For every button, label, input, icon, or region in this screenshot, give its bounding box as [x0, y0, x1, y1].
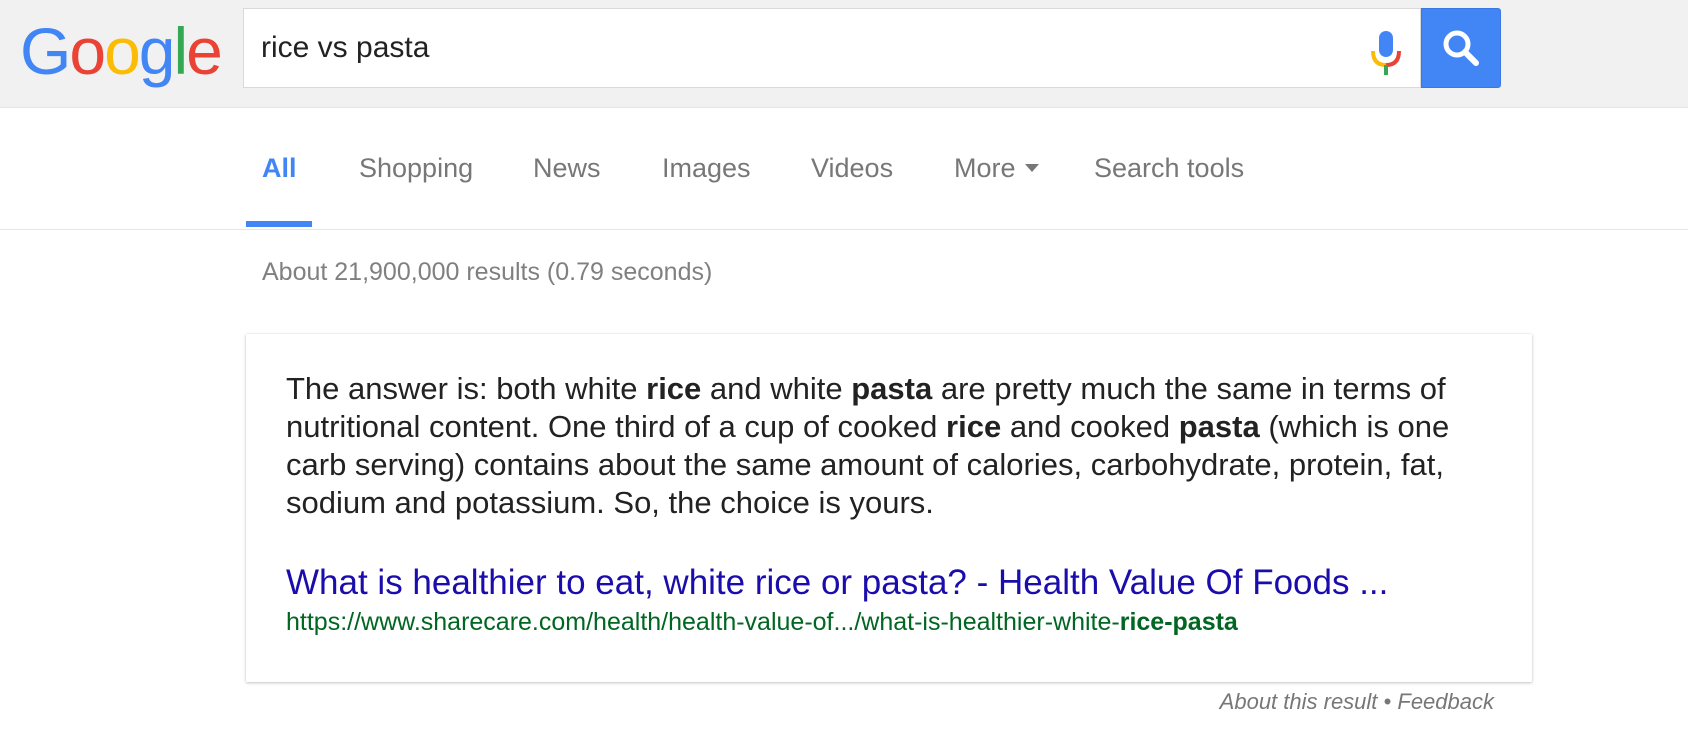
answer-bold-term: pasta [1178, 409, 1260, 444]
answer-bold-term: rice [946, 409, 1002, 444]
result-title-link[interactable]: What is healthier to eat, white rice or … [286, 563, 1388, 603]
search-input[interactable] [261, 23, 1261, 73]
answer-text: The answer is: both white [286, 371, 647, 406]
answer-bold-term: rice [646, 371, 702, 406]
logo-letter: l [173, 14, 189, 88]
tab-videos[interactable]: Videos [811, 152, 893, 184]
tab-all[interactable]: All [262, 152, 297, 184]
search-button[interactable] [1421, 8, 1501, 88]
logo-letter: G [20, 14, 71, 88]
tab-search-tools[interactable]: Search tools [1094, 152, 1244, 184]
active-tab-indicator [246, 221, 312, 227]
answer-text: and cooked [1001, 409, 1179, 444]
logo-letter: o [69, 14, 106, 88]
featured-snippet-card: The answer is: both white rice and white… [246, 334, 1532, 682]
tab-shopping[interactable]: Shopping [359, 152, 473, 184]
about-this-result-link[interactable]: About this result [1220, 689, 1378, 714]
search-icon [1443, 30, 1479, 66]
answer-text: and white [701, 371, 852, 406]
answer-bold-term: pasta [851, 371, 933, 406]
tab-images[interactable]: Images [662, 152, 751, 184]
search-box [243, 8, 1421, 88]
footer-separator: • [1383, 689, 1392, 714]
tab-more-label: More [954, 153, 1016, 183]
feedback-link[interactable]: Feedback [1397, 689, 1494, 714]
tab-news[interactable]: News [533, 152, 601, 184]
snippet-footer: About this result • Feedback [1180, 689, 1494, 715]
google-logo[interactable]: Google [20, 14, 223, 88]
logo-letter: e [186, 14, 223, 88]
result-url-bold: rice-pasta [1119, 608, 1238, 636]
header-bar: Google [0, 0, 1688, 108]
search-tabs: All Shopping News Images Videos More Sea… [0, 108, 1688, 230]
microphone-icon[interactable] [1366, 29, 1406, 77]
snippet-answer-text: The answer is: both white rice and white… [286, 370, 1506, 522]
tab-more[interactable]: More [954, 152, 1039, 184]
result-stats: About 21,900,000 results (0.79 seconds) [262, 258, 713, 286]
result-url-prefix: https://www.sharecare.com/health/health-… [286, 608, 1120, 636]
chevron-down-icon [1024, 163, 1039, 172]
logo-letter: o [104, 14, 141, 88]
logo-letter: g [138, 14, 176, 88]
result-url: https://www.sharecare.com/health/health-… [286, 607, 1238, 637]
